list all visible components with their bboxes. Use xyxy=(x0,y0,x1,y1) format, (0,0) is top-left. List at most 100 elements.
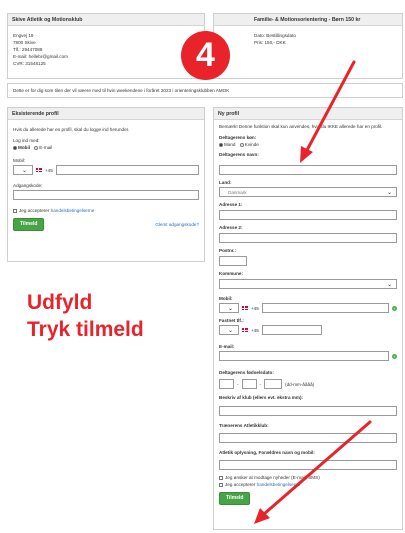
phone-input[interactable] xyxy=(261,325,322,335)
club-cvr: CVR: 31548125 xyxy=(13,61,46,66)
existing-intro: Hvis du allerede har en profil, skal du … xyxy=(13,127,130,132)
city-label: Kommune: xyxy=(219,271,243,276)
birthdate-label: Deltagerens fødselsdato: xyxy=(219,370,274,375)
existing-mobil-label: Mobil: xyxy=(13,158,26,163)
radio-female-label: Kvinde xyxy=(244,142,259,147)
country-select[interactable]: Danmark ⌄ xyxy=(219,187,397,197)
denmark-flag-icon xyxy=(242,328,248,332)
radio-mobil-label: Mobil xyxy=(18,145,30,150)
phone-code-dropdown[interactable]: ⌄ xyxy=(219,325,239,335)
chevron-down-icon: ⌄ xyxy=(386,282,392,288)
trainer-label: Trænerens Atletikklub: xyxy=(219,423,269,428)
zip-input[interactable] xyxy=(219,256,247,266)
consent-checkbox[interactable] xyxy=(219,475,223,480)
new-terms-link[interactable]: handelsbetingelserne xyxy=(257,482,301,487)
address1-label: Adresse 1: xyxy=(219,202,243,207)
address2-input[interactable] xyxy=(219,233,397,243)
name-input[interactable] xyxy=(219,165,397,175)
radio-email-label: E-mail xyxy=(39,145,53,150)
gender-group: Mand Kvinde xyxy=(219,142,397,147)
existing-accept-checkbox[interactable] xyxy=(13,208,17,213)
new-profile-intro: Bemærk! Denne funktion skal kun anvendes… xyxy=(219,124,383,129)
consent-row: Jeg ønsker at modtage nyheder (E-mail, S… xyxy=(219,475,397,480)
existing-profile-title: Eksisterende profil xyxy=(8,108,204,120)
club-input[interactable] xyxy=(219,406,397,416)
event-title: Familie- & Motionsorientering - Børn 150… xyxy=(214,14,402,26)
zip-label: Postnr.: xyxy=(219,248,237,253)
club-address-2: 7800 Skive xyxy=(13,40,36,45)
chevron-down-icon: ⌄ xyxy=(21,168,27,174)
radio-male[interactable] xyxy=(219,142,223,147)
club-title: Skive Atletik og Motionsklub xyxy=(8,14,204,26)
step-number-badge: 4 xyxy=(181,31,230,80)
country-code-dropdown[interactable]: ⌄ xyxy=(13,165,33,175)
name-label: Deltagerens navn: xyxy=(219,152,259,157)
new-accept-checkbox[interactable] xyxy=(219,482,223,487)
new-accept-text: Jeg accepterer xyxy=(225,482,256,487)
add-icon[interactable]: + xyxy=(392,353,397,359)
email-label: E-mail: xyxy=(219,344,235,349)
notice-text: Dette er for dig som tilen der vil væere… xyxy=(13,88,230,93)
existing-mobil-input[interactable] xyxy=(55,165,199,175)
existing-accept-row: Jeg accepterer handelsbetingelserne xyxy=(13,208,199,213)
chevron-down-icon: ⌄ xyxy=(227,306,233,312)
email-input[interactable] xyxy=(219,351,389,361)
club-address-1: Engvej 19 xyxy=(13,33,34,38)
country-code-text: +45 xyxy=(45,167,53,173)
existing-password-input[interactable] xyxy=(13,190,199,200)
event-date: Dato: Bestillingsdato xyxy=(254,33,296,38)
existing-password-label: Adgangskode: xyxy=(13,183,43,188)
city-select[interactable]: ⌄ xyxy=(219,279,397,289)
new-submit-button[interactable]: Tilmeld xyxy=(219,492,251,505)
radio-mobil[interactable] xyxy=(13,145,17,150)
new-profile-panel: Ny profil Bemærk! Denne funktion skal ku… xyxy=(213,107,403,530)
country-label: Land: xyxy=(219,180,232,185)
info-input[interactable] xyxy=(219,460,397,470)
existing-terms-link[interactable]: handelsbetingelserne xyxy=(51,208,95,213)
date-separator: - xyxy=(259,381,262,387)
mobil-code-dropdown[interactable]: ⌄ xyxy=(219,303,239,313)
club-email: E-mail: hellebr@gmail.com xyxy=(13,54,68,59)
phone-label: Fastnet tlf.: xyxy=(219,318,244,323)
address1-input[interactable] xyxy=(219,210,397,220)
existing-submit-button[interactable]: Tilmeld xyxy=(13,218,45,231)
birthdate-hint: (dd-mm-åååå) xyxy=(285,381,315,387)
new-mobil-label: Mobil: xyxy=(219,296,233,301)
existing-profile-panel: Eksisterende profil Hvis du allerede har… xyxy=(7,107,205,262)
new-profile-title: Ny profil xyxy=(214,108,402,120)
gender-label: Deltagerens køn: xyxy=(219,135,257,140)
birth-day-input[interactable] xyxy=(219,379,234,389)
radio-email[interactable] xyxy=(34,145,39,150)
forgot-password-link[interactable]: Glemt adgangskode? xyxy=(155,222,199,227)
club-label: Beskriv af klub (ellers evt. ekstra mm): xyxy=(219,395,304,400)
radio-male-label: Mand xyxy=(224,142,236,147)
radio-female[interactable] xyxy=(239,142,244,147)
denmark-flag-icon xyxy=(242,306,248,310)
club-info-panel: Skive Atletik og Motionsklub Engvej 19 7… xyxy=(7,13,205,79)
event-price: Pris: 150,- DKK xyxy=(254,40,286,45)
consent-text: Jeg ønsker at modtage nyheder (E-mail, S… xyxy=(225,475,320,480)
new-accept-row: Jeg accepterer handelsbetingelserne xyxy=(219,482,397,487)
login-with-label: Log ind med: xyxy=(13,138,40,143)
event-info-panel: Familie- & Motionsorientering - Børn 150… xyxy=(213,13,403,79)
club-phone: Tlf.: 29447088 xyxy=(13,47,43,52)
info-label: Atletik oplysning, Forældres navn og mob… xyxy=(219,450,315,455)
annotation-fill-text: Udfyld xyxy=(27,291,93,314)
birth-year-input[interactable] xyxy=(264,379,283,389)
date-separator: - xyxy=(237,381,239,387)
phone-code-text: +45 xyxy=(251,327,259,333)
trainer-input[interactable] xyxy=(219,433,397,443)
chevron-down-icon: ⌄ xyxy=(227,328,233,334)
birth-month-input[interactable] xyxy=(241,379,257,389)
mobil-code-text: +45 xyxy=(251,305,259,311)
add-icon[interactable]: + xyxy=(392,305,397,311)
denmark-flag-icon xyxy=(36,168,42,172)
chevron-down-icon: ⌄ xyxy=(386,190,392,196)
country-select-value: Danmark xyxy=(228,190,247,195)
address2-label: Adresse 2: xyxy=(219,225,243,230)
login-method-group: Mobil E-mail xyxy=(13,145,199,150)
existing-accept-text: Jeg accepterer xyxy=(19,208,50,213)
notice-panel: Dette er for dig som tilen der vil væere… xyxy=(7,83,403,98)
new-mobil-input[interactable] xyxy=(261,303,389,313)
annotation-submit-text: Tryk tilmeld xyxy=(27,318,144,341)
